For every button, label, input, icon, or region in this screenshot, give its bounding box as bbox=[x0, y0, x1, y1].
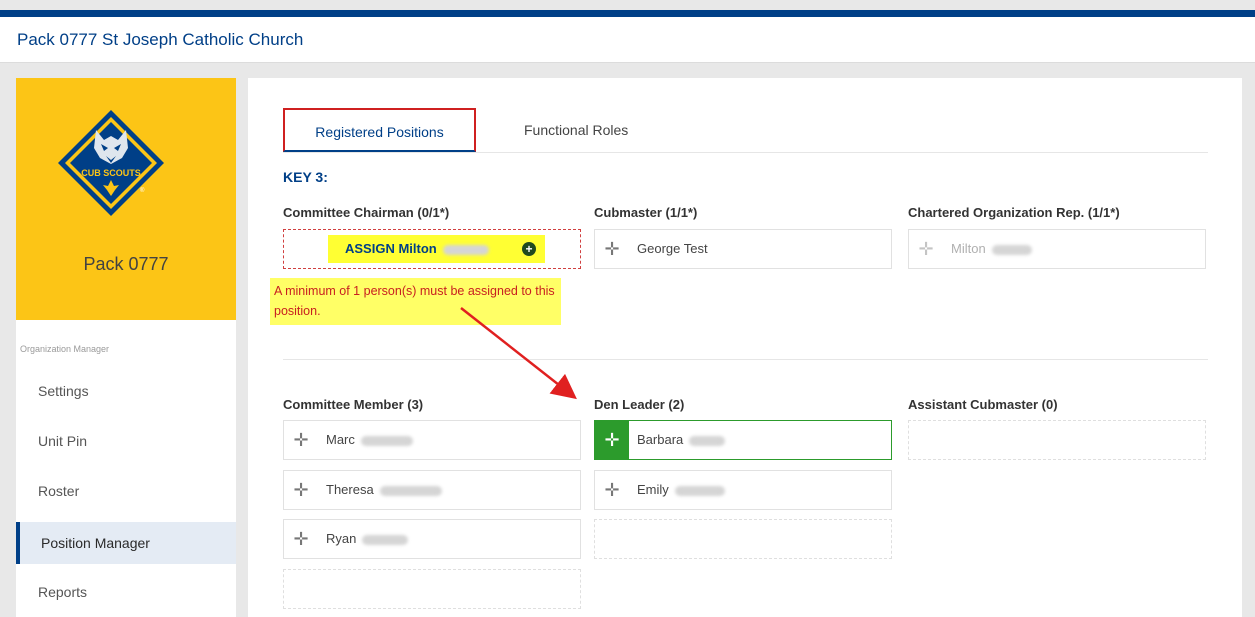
unit-name: Pack 0777 bbox=[83, 254, 169, 274]
title-bar: Pack 0777 St Joseph Catholic Church bbox=[0, 17, 1255, 63]
member-name: Marc bbox=[326, 432, 355, 447]
chartered-rep-label: Chartered Organization Rep. (1/1*) bbox=[908, 205, 1120, 220]
move-handle-icon[interactable]: ✛ bbox=[595, 230, 629, 268]
section-label: Organization Manager bbox=[20, 344, 110, 354]
cubmaster-slot[interactable]: ✛ George Test bbox=[594, 229, 892, 269]
committee-member-empty-slot[interactable] bbox=[283, 569, 581, 609]
committee-member-label: Committee Member (3) bbox=[283, 397, 424, 412]
committee-member-slot[interactable]: ✛ Ryan bbox=[283, 519, 581, 559]
svg-text:®: ® bbox=[140, 187, 145, 194]
member-name: Ryan bbox=[326, 531, 357, 546]
member-name: Barbara bbox=[637, 432, 684, 447]
tab-bar: Registered Positions Functional Roles bbox=[283, 108, 1208, 153]
sidebar-item-position-manager[interactable]: Position Manager bbox=[16, 522, 236, 564]
member-name: Milton bbox=[951, 241, 986, 256]
min-assignment-warning: A minimum of 1 person(s) must be assigne… bbox=[270, 278, 561, 325]
chartered-rep-slot[interactable]: ✛ Milton bbox=[908, 229, 1206, 269]
move-handle-icon[interactable]: ✛ bbox=[595, 471, 629, 509]
assistant-cubmaster-label: Assistant Cubmaster (0) bbox=[908, 397, 1058, 412]
page-title: Pack 0777 St Joseph Catholic Church bbox=[17, 30, 304, 49]
top-accent-bar bbox=[0, 10, 1255, 17]
move-handle-icon[interactable]: ✛ bbox=[595, 421, 629, 459]
member-name: Emily bbox=[637, 482, 669, 497]
sidebar-item-reports[interactable]: Reports bbox=[16, 571, 236, 613]
tab-functional-roles[interactable]: Functional Roles bbox=[524, 108, 628, 152]
move-handle-icon[interactable]: ✛ bbox=[284, 421, 318, 459]
sidebar-item-roster[interactable]: Roster bbox=[16, 470, 236, 512]
assign-button[interactable]: ASSIGN Milton + bbox=[328, 235, 545, 263]
main-panel: Registered Positions Functional Roles KE… bbox=[248, 78, 1242, 617]
add-circle-icon: + bbox=[522, 242, 536, 256]
den-leader-slot[interactable]: ✛ Barbara bbox=[594, 420, 892, 460]
section-divider bbox=[283, 359, 1208, 360]
move-handle-icon[interactable]: ✛ bbox=[284, 471, 318, 509]
unit-brand-panel: CUB SCOUTS ® Pack 0777 bbox=[16, 78, 236, 320]
committee-member-slot[interactable]: ✛ Marc bbox=[283, 420, 581, 460]
move-handle-icon[interactable]: ✛ bbox=[909, 230, 943, 268]
tab-registered-positions[interactable]: Registered Positions bbox=[283, 108, 476, 152]
den-leader-slot[interactable]: ✛ Emily bbox=[594, 470, 892, 510]
committee-chairman-label: Committee Chairman (0/1*) bbox=[283, 205, 450, 220]
sidebar: CUB SCOUTS ® Pack 0777 Organization Mana… bbox=[16, 78, 236, 617]
member-name: Theresa bbox=[326, 482, 374, 497]
svg-text:CUB SCOUTS: CUB SCOUTS bbox=[81, 168, 141, 178]
cubmaster-label: Cubmaster (1/1*) bbox=[594, 205, 698, 220]
sidebar-item-unit-pin[interactable]: Unit Pin bbox=[16, 420, 236, 462]
member-name: George Test bbox=[637, 241, 708, 256]
move-handle-icon[interactable]: ✛ bbox=[284, 520, 318, 558]
committee-chairman-slot[interactable]: ASSIGN Milton + bbox=[283, 229, 581, 269]
committee-member-slot[interactable]: ✛ Theresa bbox=[283, 470, 581, 510]
sidebar-item-settings[interactable]: Settings bbox=[16, 370, 236, 412]
cub-scouts-logo: CUB SCOUTS ® bbox=[58, 110, 164, 216]
assistant-cubmaster-empty-slot[interactable] bbox=[908, 420, 1206, 460]
den-leader-empty-slot[interactable] bbox=[594, 519, 892, 559]
den-leader-label: Den Leader (2) bbox=[594, 397, 685, 412]
key-3-heading: KEY 3: bbox=[283, 169, 328, 185]
